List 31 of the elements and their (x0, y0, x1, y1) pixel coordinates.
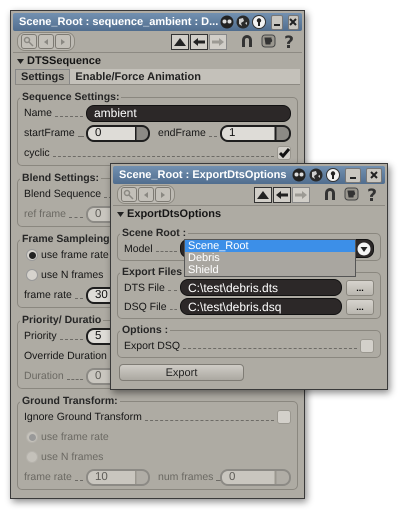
field-label: use frame rate (41, 249, 109, 261)
group-title: Options : (121, 324, 170, 336)
field-label: Name (24, 107, 52, 119)
group-title: Priority/ Duratio (21, 314, 102, 326)
group-title: Scene Root : (121, 227, 188, 239)
field-label: Ignore Ground Transform (24, 411, 142, 423)
field-label: Priority (24, 330, 57, 342)
field-label: Model (124, 242, 153, 254)
field-label: Export DSQ (124, 340, 180, 352)
group-title: Sequence Settings: (21, 91, 120, 103)
field-label: num frames (158, 471, 214, 483)
window-title: Scene_Root : sequence_ambient : D... (19, 16, 218, 28)
group-title: Frame Sampleing (21, 233, 111, 245)
field-label: ref frame (24, 208, 66, 220)
window-title: Scene_Root : ExportDtsOptions (119, 169, 288, 181)
field-label: endFrame (158, 127, 206, 139)
group-title: Export Files (121, 266, 184, 278)
field-label: use frame rate (41, 431, 109, 443)
field-label: use N frames (41, 451, 104, 463)
field-label: Blend Sequence (24, 188, 102, 200)
field-label: DSQ File (124, 300, 167, 312)
field-label: Override Duration (24, 350, 107, 362)
field-label: use N frames (41, 269, 104, 281)
field-label: Duration (24, 370, 64, 382)
field-label: startFrame (24, 127, 75, 139)
group-title: Blend Settings: (21, 172, 100, 184)
field-label: frame rate (24, 289, 72, 301)
group-title: Ground Transform: (21, 395, 119, 407)
field-label: frame rate (24, 471, 72, 483)
field-label: cyclic (24, 147, 50, 159)
field-label: DTS File (124, 282, 165, 294)
